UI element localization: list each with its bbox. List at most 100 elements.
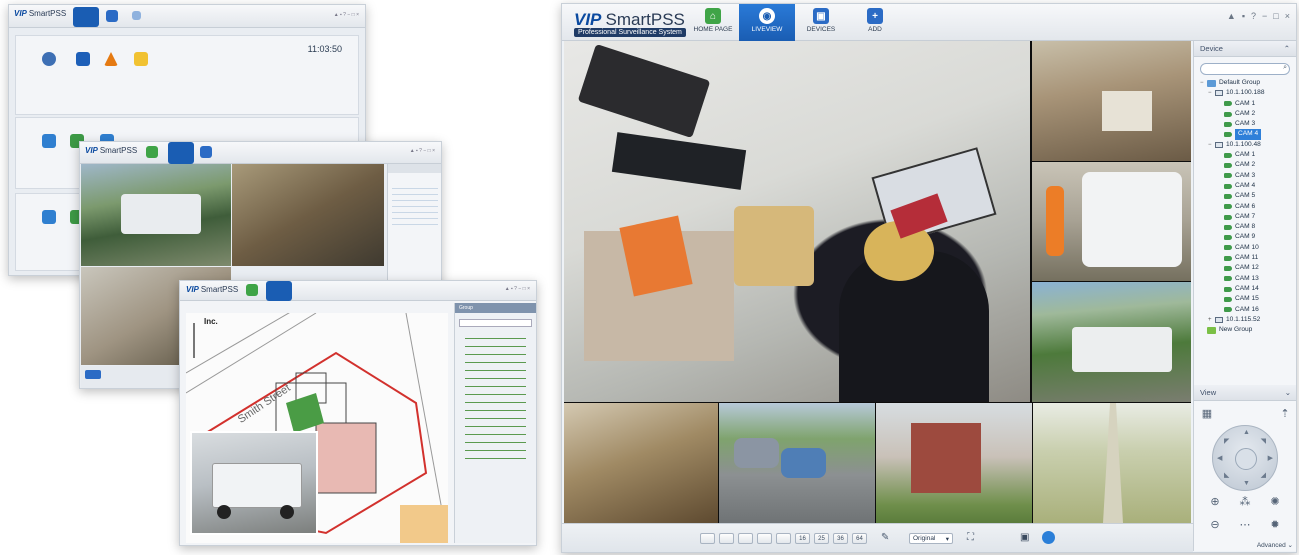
tab-home-page[interactable]: ⌂ HOME PAGE xyxy=(685,4,741,41)
camera-tile-ute[interactable] xyxy=(1032,282,1191,402)
tree-camera[interactable]: CAM 8 xyxy=(1200,222,1296,232)
live-device-tree[interactable] xyxy=(392,183,438,229)
tree-camera[interactable]: CAM 1 xyxy=(1200,99,1296,109)
ptz-left-icon[interactable]: ◀ xyxy=(1217,454,1222,462)
collapse-toggle-icon[interactable]: − xyxy=(1208,140,1215,150)
focus-near-icon[interactable]: ⁂ xyxy=(1238,495,1252,509)
camera-tile-van[interactable] xyxy=(1032,162,1191,281)
home-tab-active[interactable] xyxy=(73,7,99,27)
layout-button[interactable]: 16 xyxy=(795,533,810,544)
map-thumbnail[interactable] xyxy=(400,505,448,543)
ptz-down-left-icon[interactable]: ◣ xyxy=(1224,471,1229,479)
tree-camera[interactable]: CAM 1 xyxy=(1200,150,1296,160)
liveview-icon[interactable] xyxy=(42,52,56,66)
live-play-button[interactable] xyxy=(85,370,101,379)
ratio-select[interactable]: Original ▾ xyxy=(909,533,953,544)
layout-button[interactable]: 25 xyxy=(814,533,829,544)
layout-button[interactable] xyxy=(700,533,715,544)
tree-camera[interactable]: CAM 15 xyxy=(1200,294,1296,304)
home-add-tab[interactable] xyxy=(132,11,141,20)
tree-device[interactable]: + 10.1.115.52 xyxy=(1200,315,1296,325)
live-liveview-tab[interactable] xyxy=(168,142,194,164)
tree-camera[interactable]: CAM 13 xyxy=(1200,274,1296,284)
minimize-icon[interactable]: − xyxy=(1262,11,1267,21)
advanced-link[interactable]: Advanced ⌄ xyxy=(1257,541,1293,549)
live-camera-tile[interactable] xyxy=(81,164,231,266)
lock-icon[interactable]: ▪ xyxy=(1242,11,1245,21)
collapse-toggle-icon[interactable]: − xyxy=(1208,88,1215,98)
live-home-tab[interactable] xyxy=(146,146,158,158)
home-devices-tab[interactable] xyxy=(106,10,118,22)
ptz-up-left-icon[interactable]: ◤ xyxy=(1224,437,1229,445)
ptz-center-zoom-icon[interactable] xyxy=(1235,448,1257,470)
tree-camera[interactable]: CAM 6 xyxy=(1200,202,1296,212)
tree-camera[interactable]: CAM 10 xyxy=(1200,243,1296,253)
camera-tile-building[interactable] xyxy=(876,403,1032,523)
tree-new-group[interactable]: New Group xyxy=(1200,325,1296,335)
tab-liveview[interactable]: ◉ LIVEVIEW xyxy=(739,4,795,41)
camera-tile-warehouse-office[interactable] xyxy=(1032,41,1191,161)
fullscreen-icon[interactable]: ⛶ xyxy=(967,532,974,543)
tree-camera[interactable]: CAM 5 xyxy=(1200,191,1296,201)
tab-devices[interactable]: ▣ DEVICES xyxy=(793,4,849,41)
ptz-up-right-icon[interactable]: ◥ xyxy=(1261,437,1266,445)
record-icon[interactable] xyxy=(1042,531,1055,544)
home-window-controls[interactable]: ▲ ▪ ? − □ × xyxy=(334,12,359,18)
map-search-input[interactable] xyxy=(459,319,532,327)
camera-tile-corridor[interactable] xyxy=(1033,403,1191,523)
tree-camera[interactable]: CAM 11 xyxy=(1200,253,1296,263)
focus-far-icon[interactable]: ⋯ xyxy=(1238,518,1252,532)
tree-camera[interactable]: CAM 14 xyxy=(1200,284,1296,294)
layout-button[interactable]: 36 xyxy=(833,533,848,544)
layout-button[interactable] xyxy=(738,533,753,544)
tree-camera[interactable]: CAM 3 xyxy=(1200,119,1296,129)
camera-tile-warehouse-shelves[interactable] xyxy=(564,403,718,523)
tree-device[interactable]: − 10.1.100.48 xyxy=(1200,140,1296,150)
tab-add[interactable]: + ADD xyxy=(847,4,903,41)
tree-device[interactable]: − 10.1.100.188 xyxy=(1200,88,1296,98)
tree-camera[interactable]: CAM 12 xyxy=(1200,263,1296,273)
layout-custom-icon[interactable]: ✎ xyxy=(881,532,889,543)
config-icon[interactable] xyxy=(42,134,56,148)
live-camera-tile[interactable] xyxy=(232,164,384,266)
iris-open-icon[interactable]: ✺ xyxy=(1268,495,1282,509)
ptz-down-icon[interactable]: ▼ xyxy=(1243,480,1250,487)
upload-icon[interactable]: ⇡ xyxy=(1278,407,1292,421)
tree-camera[interactable]: CAM 4 xyxy=(1200,181,1296,191)
tree-camera[interactable]: CAM 16 xyxy=(1200,305,1296,315)
zoom-in-icon[interactable]: ⊕ xyxy=(1208,495,1222,509)
tree-camera[interactable]: CAM 2 xyxy=(1200,109,1296,119)
help-icon[interactable]: ? xyxy=(1251,11,1256,21)
collapse-toggle-icon[interactable]: − xyxy=(1200,78,1207,88)
layout-button[interactable] xyxy=(776,533,791,544)
tree-camera[interactable]: CAM 2 xyxy=(1200,160,1296,170)
ptz-up-icon[interactable]: ▲ xyxy=(1243,429,1250,436)
tree-camera[interactable]: CAM 9 xyxy=(1200,232,1296,242)
map-window-controls[interactable]: ▲ ▪ ? − □ × xyxy=(505,286,530,292)
log-icon[interactable] xyxy=(134,52,148,66)
layout-button[interactable]: 64 xyxy=(852,533,867,544)
tree-camera[interactable]: CAM 3 xyxy=(1200,171,1296,181)
layout-button[interactable] xyxy=(719,533,734,544)
device-search-input[interactable]: ⌕ xyxy=(1200,63,1290,75)
expand-icon[interactable]: ⌄ xyxy=(1285,388,1291,397)
map-device-tree[interactable] xyxy=(465,333,526,461)
iris-close-icon[interactable]: ✹ xyxy=(1268,518,1282,532)
camera-tile-carpark[interactable] xyxy=(719,403,875,523)
playback-icon[interactable] xyxy=(76,52,90,66)
tree-camera[interactable]: CAM 7 xyxy=(1200,212,1296,222)
live-window-controls[interactable]: ▲ ▪ ? − □ × xyxy=(410,148,435,154)
grid-view-icon[interactable]: ▦ xyxy=(1200,407,1214,421)
tree-group-default[interactable]: − Default Group xyxy=(1200,78,1296,88)
alarm-icon[interactable] xyxy=(104,52,118,66)
expand-toggle-icon[interactable]: + xyxy=(1208,315,1215,325)
ptz-down-right-icon[interactable]: ◢ xyxy=(1261,471,1266,479)
zoom-out-icon[interactable]: ⊖ xyxy=(1208,518,1222,532)
map-canvas[interactable]: Inc. Smith Street xyxy=(186,313,448,543)
map-camera-popup[interactable] xyxy=(190,431,318,535)
ptz-direction-dial[interactable]: ▲ ▼ ◀ ▶ ◤ ◥ ◣ ◢ xyxy=(1212,425,1278,491)
map-home-tab[interactable] xyxy=(246,284,258,296)
live-devices-tab[interactable] xyxy=(200,146,212,158)
tool-icon[interactable] xyxy=(42,210,56,224)
search-icon[interactable]: ⌕ xyxy=(1283,64,1287,72)
